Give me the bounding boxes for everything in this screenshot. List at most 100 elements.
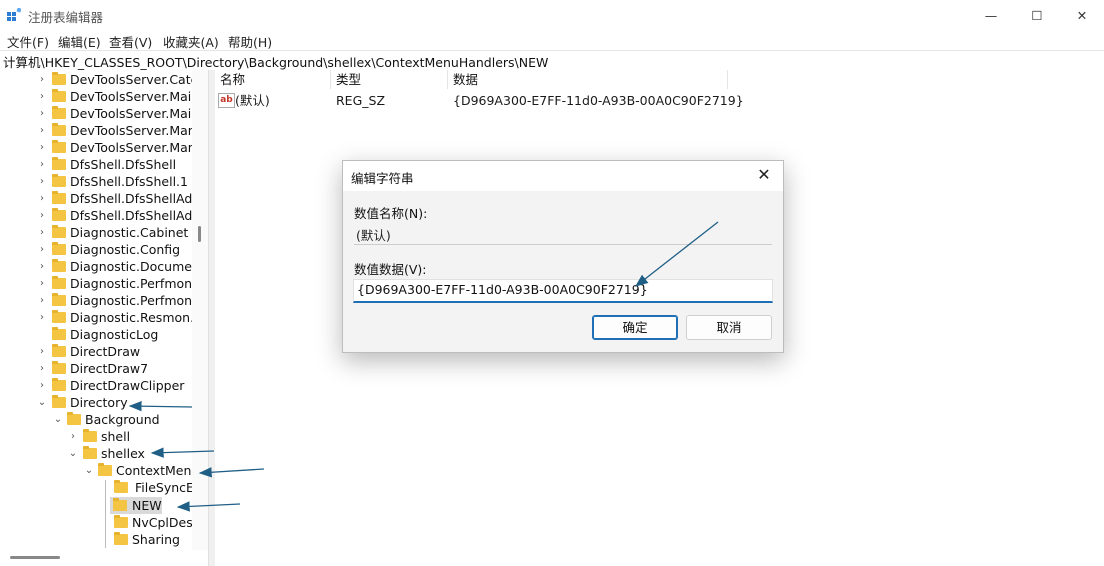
folder-icon	[52, 191, 66, 204]
tree-item[interactable]: › Diagnostic.Perfmon.C	[0, 275, 205, 292]
tree-item-contextmenu[interactable]: ⌄ ContextMenu	[0, 462, 199, 479]
collapse-chevron-icon[interactable]: ⌄	[84, 462, 94, 479]
menu-help[interactable]: 帮助(H)	[228, 32, 272, 51]
close-button[interactable]: ✕	[1059, 0, 1104, 30]
folder-icon	[113, 498, 127, 511]
tree-item[interactable]: › Diagnostic.Config	[0, 241, 192, 258]
collapse-chevron-icon[interactable]: ⌄	[68, 445, 78, 462]
column-header-data[interactable]: 数据	[453, 70, 478, 89]
minimize-icon: —	[984, 7, 998, 23]
dialog-close-button[interactable]: ✕	[755, 166, 773, 184]
cancel-button[interactable]: 取消	[686, 315, 772, 340]
tree-item[interactable]: › DevToolsServer.Mana	[0, 139, 203, 156]
folder-icon	[52, 344, 66, 357]
tree-item[interactable]: › DevToolsServer.Categ	[0, 71, 206, 88]
expand-chevron-icon[interactable]: ›	[68, 428, 78, 445]
column-divider[interactable]	[447, 70, 448, 89]
folder-icon	[52, 89, 66, 102]
tree-item[interactable]: › DevToolsServer.Main	[0, 105, 199, 122]
tree-item-directory[interactable]: ⌄ Directory	[0, 394, 192, 411]
value-name[interactable]: (默认)	[235, 92, 270, 109]
expand-chevron-icon[interactable]: ›	[37, 207, 47, 224]
tree-item[interactable]: › DirectDrawClipper	[0, 377, 192, 394]
scrollbar-thumb[interactable]	[198, 226, 201, 242]
key-tree[interactable]: › DevToolsServer.Categ › DevToolsServer.…	[0, 70, 208, 566]
expand-chevron-icon[interactable]: ›	[37, 377, 47, 394]
address-bar[interactable]: 计算机\HKEY_CLASSES_ROOT\Directory\Backgrou…	[0, 50, 1104, 71]
column-header-type[interactable]: 类型	[336, 70, 361, 89]
expand-chevron-icon[interactable]: ›	[37, 173, 47, 190]
folder-icon	[52, 123, 66, 136]
folder-icon	[83, 446, 97, 459]
column-header-name[interactable]: 名称	[220, 70, 245, 89]
tree-item[interactable]: › DevToolsServer.Mana	[0, 122, 203, 139]
expand-chevron-icon[interactable]: ›	[37, 343, 47, 360]
expand-chevron-icon[interactable]: ›	[37, 224, 47, 241]
tree-item[interactable]: FileSyncEx	[0, 479, 201, 496]
expand-chevron-icon[interactable]: ›	[37, 71, 47, 88]
tree-item[interactable]: › DirectDraw7	[0, 360, 192, 377]
expand-chevron-icon[interactable]: ›	[37, 88, 47, 105]
tree-item[interactable]: › DfsShell.DfsShell	[0, 156, 192, 173]
tree-item-label: DiagnosticLog	[70, 327, 159, 342]
menu-edit[interactable]: 编辑(E)	[58, 32, 101, 51]
menu-file[interactable]: 文件(F)	[7, 32, 49, 51]
horizontal-scrollbar-thumb[interactable]	[10, 556, 60, 559]
expand-chevron-icon[interactable]: ›	[37, 105, 47, 122]
minimize-button[interactable]: —	[968, 0, 1014, 30]
collapse-chevron-icon[interactable]: ⌄	[53, 411, 63, 428]
tree-item-label: Background	[85, 412, 160, 427]
tree-item-label: DfsShell.DfsShellAdmi	[70, 191, 208, 206]
expand-chevron-icon[interactable]: ›	[37, 190, 47, 207]
tree-item[interactable]: › DevToolsServer.Main	[0, 88, 199, 105]
expand-chevron-icon[interactable]: ›	[37, 360, 47, 377]
maximize-button[interactable]: ☐	[1014, 0, 1060, 30]
value-data-text: {D969A300-E7FF-11d0-A93B-00A0C90F2719}	[357, 282, 648, 297]
expand-chevron-icon[interactable]: ›	[37, 292, 47, 309]
folder-icon	[52, 378, 66, 391]
tree-item[interactable]: › DfsShell.DfsShell.1	[0, 173, 192, 190]
expand-chevron-icon[interactable]: ›	[37, 241, 47, 258]
tree-item[interactable]: › Diagnostic.Document	[0, 258, 205, 275]
tree-item[interactable]: › Diagnostic.Perfmon.D	[0, 292, 206, 309]
tree-item[interactable]: Sharing	[0, 531, 192, 548]
tree-item[interactable]: › DfsShell.DfsShellAdmi	[0, 207, 208, 224]
expand-chevron-icon[interactable]: ›	[37, 258, 47, 275]
collapse-chevron-icon[interactable]: ⌄	[37, 394, 47, 411]
window-title: 注册表编辑器	[28, 10, 104, 25]
tree-item-shellex[interactable]: ⌄ shellex	[0, 445, 192, 462]
address-path: 计算机\HKEY_CLASSES_ROOT\Directory\Backgrou…	[3, 55, 549, 70]
tree-item-background[interactable]: ⌄ Background	[0, 411, 192, 428]
tree-item[interactable]: DiagnosticLog	[0, 326, 192, 343]
value-data-label: 数值数据(V):	[354, 262, 427, 277]
expand-chevron-icon[interactable]: ›	[37, 122, 47, 139]
expand-chevron-icon[interactable]: ›	[37, 139, 47, 156]
expand-chevron-icon[interactable]: ›	[37, 275, 47, 292]
folder-icon	[52, 208, 66, 221]
tree-item[interactable]: › Diagnostic.Cabinet	[0, 224, 192, 241]
expand-chevron-icon[interactable]: ›	[37, 309, 47, 326]
registry-editor-icon	[7, 8, 21, 21]
expand-chevron-icon[interactable]: ›	[37, 156, 47, 173]
ok-button[interactable]: 确定	[592, 315, 678, 340]
value-data-input[interactable]: {D969A300-E7FF-11d0-A93B-00A0C90F2719}	[353, 279, 773, 303]
tree-item-label: Diagnostic.Config	[70, 242, 181, 257]
tree-vertical-scrollbar[interactable]	[192, 70, 208, 550]
folder-icon	[114, 480, 128, 493]
tree-item-new-selected[interactable]: NEW	[110, 497, 162, 514]
tree-item-shell[interactable]: › shell	[0, 428, 192, 445]
tree-item-label: DfsShell.DfsShell.1	[70, 174, 188, 189]
tree-item[interactable]: › Diagnostic.Resmon.Co	[0, 309, 208, 326]
tree-item-label: DirectDraw	[70, 344, 141, 359]
dialog-title-bar: 编辑字符串 ✕	[343, 161, 783, 191]
column-divider[interactable]	[727, 70, 728, 89]
column-divider[interactable]	[330, 70, 331, 89]
tree-item-label: DirectDrawClipper	[70, 378, 185, 393]
tree-item-label: Diagnostic.Perfmon.D	[70, 293, 206, 308]
menu-favorites[interactable]: 收藏夹(A)	[163, 32, 219, 51]
menu-view[interactable]: 查看(V)	[109, 32, 152, 51]
tree-item[interactable]: › DirectDraw	[0, 343, 192, 360]
tree-item-label: NEW	[132, 498, 162, 513]
tree-item[interactable]: NvCplDesk	[0, 514, 200, 531]
tree-item[interactable]: › DfsShell.DfsShellAdmi	[0, 190, 208, 207]
